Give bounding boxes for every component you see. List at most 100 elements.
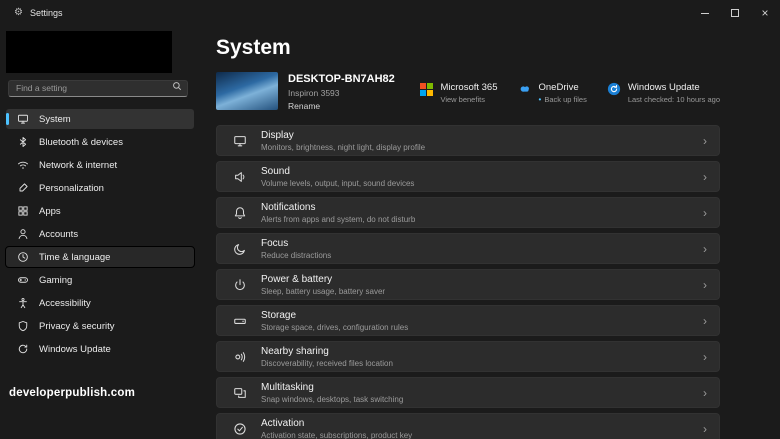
- titlebar-left: ⚙ Settings: [0, 8, 63, 18]
- settings-row-sound[interactable]: Sound Volume levels, output, input, soun…: [216, 161, 720, 192]
- onedrive-cloud-icon: [518, 82, 532, 96]
- settings-row-display[interactable]: Display Monitors, brightness, night ligh…: [216, 125, 720, 156]
- sidebar-item-label: Apps: [39, 206, 61, 217]
- chevron-right-icon: ›: [703, 135, 707, 147]
- settings-row-description: Storage space, drives, configuration rul…: [261, 323, 408, 332]
- wifi-icon: [16, 159, 29, 172]
- accounts-person-icon: [16, 228, 29, 241]
- sidebar-item-label: Network & internet: [39, 160, 117, 171]
- sidebar-item-label: Bluetooth & devices: [39, 137, 123, 148]
- settings-gear-icon: ⚙: [14, 8, 23, 18]
- sidebar-item-label: Accessibility: [39, 298, 91, 309]
- sidebar-item-privacy-security[interactable]: Privacy & security: [6, 316, 194, 336]
- tile-subtitle-wrap: •Back up files: [539, 95, 587, 104]
- settings-row-description: Monitors, brightness, night light, displ…: [261, 143, 425, 152]
- sidebar-item-label: Time & language: [39, 252, 110, 263]
- settings-row-title: Display: [261, 130, 425, 141]
- sidebar-item-label: Accounts: [39, 229, 78, 240]
- storage-drive-icon: [232, 313, 247, 328]
- bluetooth-icon: [16, 136, 29, 149]
- tile-windows-update[interactable]: Windows Update Last checked: 10 hours ag…: [607, 82, 720, 104]
- settings-row-title: Activation: [261, 418, 412, 429]
- device-info: DESKTOP-BN7AH82 Inspiron 3593 Rename: [216, 72, 395, 111]
- sidebar-item-personalization[interactable]: Personalization: [6, 178, 194, 198]
- sidebar-item-time-language[interactable]: Time & language: [6, 247, 194, 267]
- tile-subtitle: View benefits: [440, 95, 497, 104]
- settings-row-title: Nearby sharing: [261, 346, 393, 357]
- close-icon: ×: [761, 7, 768, 19]
- speaker-icon: [232, 169, 247, 184]
- user-profile-redacted[interactable]: [6, 31, 172, 73]
- chevron-right-icon: ›: [703, 243, 707, 255]
- sidebar-item-gaming[interactable]: Gaming: [6, 270, 194, 290]
- sidebar-nav: System Bluetooth & devices Network & int…: [0, 108, 200, 361]
- windows-update-icon: [607, 82, 621, 96]
- gamepad-icon: [16, 274, 29, 287]
- chevron-right-icon: ›: [703, 207, 707, 219]
- minimize-button[interactable]: [690, 0, 720, 26]
- settings-row-description: Sleep, battery usage, battery saver: [261, 287, 385, 296]
- display-icon: [232, 133, 247, 148]
- watermark: developerpublish.com: [9, 387, 135, 399]
- settings-row-description: Alerts from apps and system, do not dist…: [261, 215, 415, 224]
- settings-row-storage[interactable]: Storage Storage space, drives, configura…: [216, 305, 720, 336]
- microsoft-logo-icon: [419, 82, 433, 96]
- chevron-right-icon: ›: [703, 387, 707, 399]
- nearby-sharing-icon: [232, 349, 247, 364]
- tile-onedrive[interactable]: OneDrive •Back up files: [518, 82, 587, 104]
- sidebar-item-label: Windows Update: [39, 344, 111, 355]
- maximize-button[interactable]: [720, 0, 750, 26]
- settings-row-title: Multitasking: [261, 382, 403, 393]
- settings-row-multitasking[interactable]: Multitasking Snap windows, desktops, tas…: [216, 377, 720, 408]
- device-header: DESKTOP-BN7AH82 Inspiron 3593 Rename Mic…: [216, 72, 720, 111]
- sidebar-item-accounts[interactable]: Accounts: [6, 224, 194, 244]
- window-title: Settings: [30, 8, 63, 18]
- sidebar-item-apps[interactable]: Apps: [6, 201, 194, 221]
- tile-title: OneDrive: [539, 82, 587, 93]
- monitor-icon: [16, 113, 29, 126]
- bell-icon: [232, 205, 247, 220]
- search-icon: [172, 81, 182, 91]
- tile-subtitle: Last checked: 10 hours ago: [628, 95, 720, 104]
- tile-microsoft-365[interactable]: Microsoft 365 View benefits: [419, 82, 497, 104]
- rename-button[interactable]: Rename: [288, 101, 395, 111]
- update-refresh-icon: [16, 343, 29, 356]
- titlebar: ⚙ Settings ×: [0, 0, 780, 26]
- sidebar-item-bluetooth-devices[interactable]: Bluetooth & devices: [6, 132, 194, 152]
- sidebar-item-windows-update[interactable]: Windows Update: [6, 339, 194, 359]
- settings-row-power-battery[interactable]: Power & battery Sleep, battery usage, ba…: [216, 269, 720, 300]
- tile-title: Windows Update: [628, 82, 720, 93]
- personalization-brush-icon: [16, 182, 29, 195]
- device-name: DESKTOP-BN7AH82: [288, 73, 395, 85]
- chevron-right-icon: ›: [703, 423, 707, 435]
- settings-row-title: Focus: [261, 238, 331, 249]
- window-controls: ×: [690, 0, 780, 26]
- accessibility-icon: [16, 297, 29, 310]
- settings-row-description: Snap windows, desktops, task switching: [261, 395, 403, 404]
- settings-row-activation[interactable]: Activation Activation state, subscriptio…: [216, 413, 720, 439]
- settings-row-title: Power & battery: [261, 274, 385, 285]
- activation-check-icon: [232, 421, 247, 436]
- sidebar-item-label: Personalization: [39, 183, 104, 194]
- close-button[interactable]: ×: [750, 0, 780, 26]
- settings-row-title: Storage: [261, 310, 408, 321]
- power-icon: [232, 277, 247, 292]
- device-model: Inspiron 3593: [288, 88, 395, 98]
- sidebar-item-network-internet[interactable]: Network & internet: [6, 155, 194, 175]
- settings-row-description: Activation state, subscriptions, product…: [261, 431, 412, 439]
- settings-row-title: Notifications: [261, 202, 415, 213]
- multitasking-windows-icon: [232, 385, 247, 400]
- search-input[interactable]: [8, 80, 188, 97]
- page-title: System: [216, 36, 720, 60]
- main-content: System DESKTOP-BN7AH82 Inspiron 3593 Ren…: [200, 26, 780, 439]
- settings-row-description: Volume levels, output, input, sound devi…: [261, 179, 414, 188]
- status-tiles: Microsoft 365 View benefits OneDrive •Ba…: [419, 72, 720, 104]
- sidebar-item-accessibility[interactable]: Accessibility: [6, 293, 194, 313]
- settings-row-focus[interactable]: Focus Reduce distractions ›: [216, 233, 720, 264]
- settings-row-nearby-sharing[interactable]: Nearby sharing Discoverability, received…: [216, 341, 720, 372]
- active-indicator: [6, 113, 9, 125]
- sidebar-item-system[interactable]: System: [6, 109, 194, 129]
- sidebar: System Bluetooth & devices Network & int…: [0, 26, 200, 439]
- settings-window: ⚙ Settings ×: [0, 0, 780, 439]
- settings-row-notifications[interactable]: Notifications Alerts from apps and syste…: [216, 197, 720, 228]
